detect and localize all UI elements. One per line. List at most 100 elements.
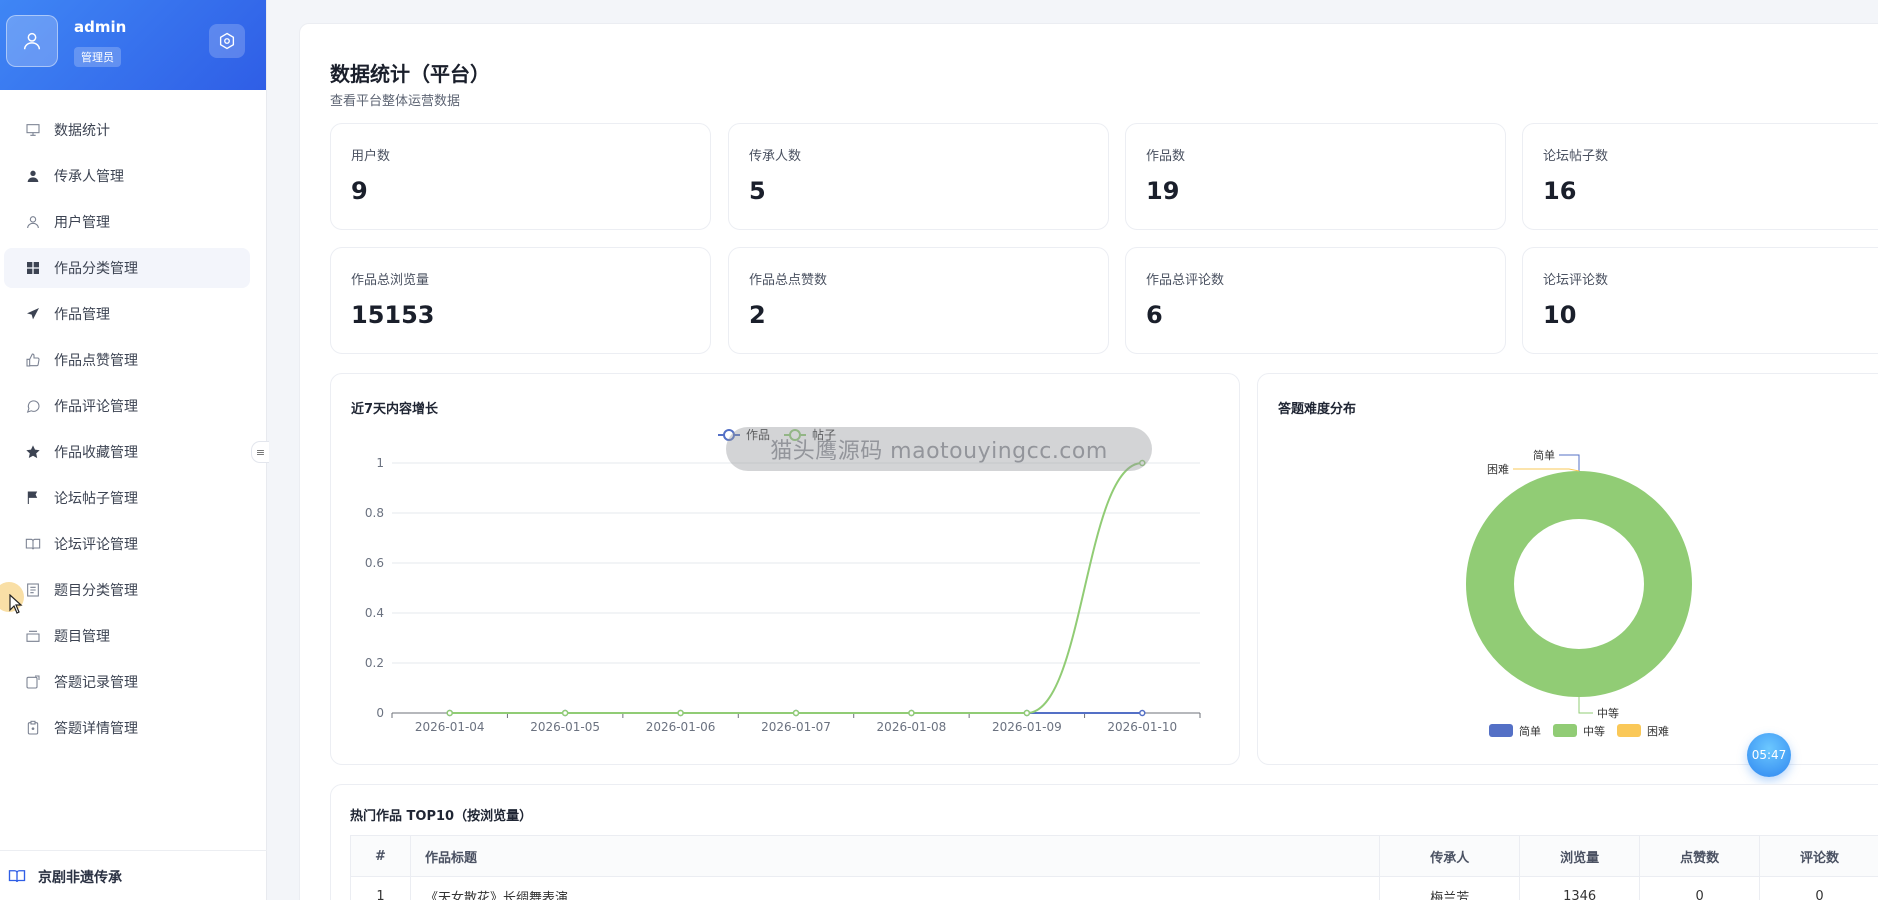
role-badge: 管理员 bbox=[74, 47, 121, 67]
x-tick-label: 2026-01-05 bbox=[530, 720, 600, 734]
sidebar: admin 管理员 数据统计 传承人管理 用户管理 作品分类管理 作品管理 作品点赞管理作… bbox=[0, 0, 269, 900]
pie-label: 困难 bbox=[1487, 463, 1509, 476]
x-tick-label: 2026-01-10 bbox=[1107, 720, 1177, 734]
y-tick-label: 0.6 bbox=[365, 556, 384, 570]
sidebar-item-2[interactable]: 用户管理 bbox=[4, 202, 250, 242]
sidebar-item-3[interactable]: 作品分类管理 bbox=[4, 248, 250, 288]
series-line-1 bbox=[449, 462, 1143, 714]
legend-label: 简单 bbox=[1519, 724, 1541, 738]
stat-card: 作品总点赞数 2 bbox=[728, 247, 1109, 354]
book-icon bbox=[24, 535, 42, 553]
book-logo-icon bbox=[8, 870, 26, 883]
label-leader bbox=[1578, 697, 1593, 714]
stat-card: 作品总浏览量 15153 bbox=[330, 247, 711, 354]
stat-label: 论坛帖子数 bbox=[1543, 149, 1609, 164]
sidebar-item-label: 作品点赞管理 bbox=[54, 353, 138, 369]
collapse-toggle[interactable]: ≡ bbox=[251, 441, 269, 463]
page-title: 数据统计（平台） bbox=[330, 62, 490, 86]
table-header-cell: 浏览量 bbox=[1519, 835, 1641, 877]
table-row[interactable]: 1 《天女散花》长绸舞表演 梅兰芳 1346 0 0 bbox=[350, 876, 1878, 900]
stat-card: 论坛帖子数 16 bbox=[1522, 123, 1878, 230]
legend-swatch bbox=[1489, 724, 1513, 737]
stat-card: 论坛评论数 10 bbox=[1522, 247, 1878, 354]
profile-header: admin 管理员 bbox=[0, 0, 266, 90]
stat-card: 作品数 19 bbox=[1125, 123, 1506, 230]
table-header-cell: 作品标题 bbox=[409, 835, 1381, 877]
sidebar-item-13[interactable]: 答题详情管理 bbox=[4, 708, 250, 748]
stat-card: 作品总评论数 6 bbox=[1125, 247, 1506, 354]
sidebar-item-7[interactable]: 作品收藏管理 bbox=[4, 432, 250, 472]
top-works-title: 热门作品 TOP10（按浏览量） bbox=[350, 809, 533, 824]
stat-card: 传承人数 5 bbox=[728, 123, 1109, 230]
sidebar-item-label: 作品分类管理 bbox=[54, 261, 138, 277]
x-tick-label: 2026-01-09 bbox=[992, 720, 1062, 734]
timer-badge[interactable]: 05:47 bbox=[1747, 733, 1791, 777]
stat-label: 用户数 bbox=[351, 149, 391, 164]
user-outline-icon bbox=[24, 213, 42, 231]
pie-label: 中等 bbox=[1597, 706, 1619, 720]
stat-value: 10 bbox=[1543, 301, 1577, 329]
sidebar-item-6[interactable]: 作品评论管理 bbox=[4, 386, 250, 426]
user-avatar-icon bbox=[23, 32, 41, 50]
pie-slice-1 bbox=[1466, 471, 1692, 697]
legend-swatch bbox=[1617, 724, 1641, 737]
settings-icon bbox=[219, 32, 235, 50]
stat-label: 作品总浏览量 bbox=[351, 273, 430, 288]
sidebar-item-0[interactable]: 数据统计 bbox=[4, 110, 250, 150]
sidebar-item-9[interactable]: 论坛评论管理 bbox=[4, 524, 250, 564]
sidebar-item-label: 数据统计 bbox=[54, 123, 110, 139]
flag-icon bbox=[24, 489, 42, 507]
y-tick-label: 1 bbox=[376, 456, 384, 470]
label-leader bbox=[1513, 468, 1580, 472]
stat-value: 9 bbox=[351, 177, 368, 205]
stat-card: 用户数 9 bbox=[330, 123, 711, 230]
sidebar-item-label: 论坛帖子管理 bbox=[54, 491, 138, 507]
star-icon bbox=[24, 443, 42, 461]
table-header-cell: 评论数 bbox=[1759, 835, 1878, 877]
stat-label: 作品总评论数 bbox=[1146, 273, 1225, 288]
stat-value: 16 bbox=[1543, 177, 1577, 205]
sidebar-item-12[interactable]: 答题记录管理 bbox=[4, 662, 250, 702]
table-cell: 0 bbox=[1639, 876, 1761, 900]
sidebar-item-label: 传承人管理 bbox=[54, 169, 124, 185]
series-point bbox=[908, 709, 915, 717]
sidebar-item-label: 作品管理 bbox=[54, 307, 110, 323]
legend-label: 困难 bbox=[1647, 725, 1669, 738]
table-cell: 1346 bbox=[1519, 876, 1641, 900]
settings-button[interactable] bbox=[209, 24, 245, 58]
table-header-cell: # bbox=[350, 835, 411, 877]
top-works-table: # 作品标题 传承人 浏览量 点赞数 评论数 1 《天女散花》长绸舞表演 梅兰芳 1346 0 0 bbox=[350, 835, 1878, 900]
series-point bbox=[561, 709, 569, 717]
watermark: 猫头鹰源码 maotouyingcc.com bbox=[726, 427, 1152, 471]
record-icon bbox=[24, 673, 42, 691]
stat-label: 作品数 bbox=[1146, 149, 1186, 164]
app-name: 京剧非遗传承 bbox=[38, 870, 122, 886]
send-icon bbox=[24, 305, 42, 323]
table-cell: 梅兰芳 bbox=[1379, 876, 1521, 900]
presentation-icon bbox=[24, 121, 42, 139]
clipboard-icon bbox=[24, 719, 42, 737]
stat-label: 论坛评论数 bbox=[1543, 273, 1609, 288]
chat-icon bbox=[24, 397, 42, 415]
stat-value: 6 bbox=[1146, 301, 1163, 329]
table-header-cell: 传承人 bbox=[1379, 835, 1521, 877]
donut-chart: 简单困难中等简单 中等 困难 bbox=[1466, 448, 1692, 738]
sidebar-item-5[interactable]: 作品点赞管理 bbox=[4, 340, 250, 380]
avatar[interactable] bbox=[6, 15, 58, 67]
sidebar-item-1[interactable]: 传承人管理 bbox=[4, 156, 250, 196]
sidebar-item-label: 题目管理 bbox=[54, 629, 110, 645]
sidebar-footer: 京剧非遗传承 bbox=[0, 850, 267, 900]
sidebar-item-label: 作品评论管理 bbox=[54, 399, 138, 415]
x-tick-label: 2026-01-06 bbox=[646, 720, 716, 734]
series-point bbox=[1023, 709, 1031, 717]
username: admin bbox=[74, 18, 127, 36]
sidebar-item-10[interactable]: 题目分类管理 bbox=[4, 570, 250, 610]
sidebar-item-4[interactable]: 作品管理 bbox=[4, 294, 250, 334]
y-tick-label: 0.4 bbox=[365, 606, 384, 620]
sidebar-item-8[interactable]: 论坛帖子管理 bbox=[4, 478, 250, 518]
stat-label: 传承人数 bbox=[749, 149, 802, 164]
series-point bbox=[792, 709, 800, 717]
sidebar-item-11[interactable]: 题目管理 bbox=[4, 616, 250, 656]
table-cell: 1 bbox=[350, 876, 411, 900]
table-header-cell: 点赞数 bbox=[1639, 835, 1761, 877]
